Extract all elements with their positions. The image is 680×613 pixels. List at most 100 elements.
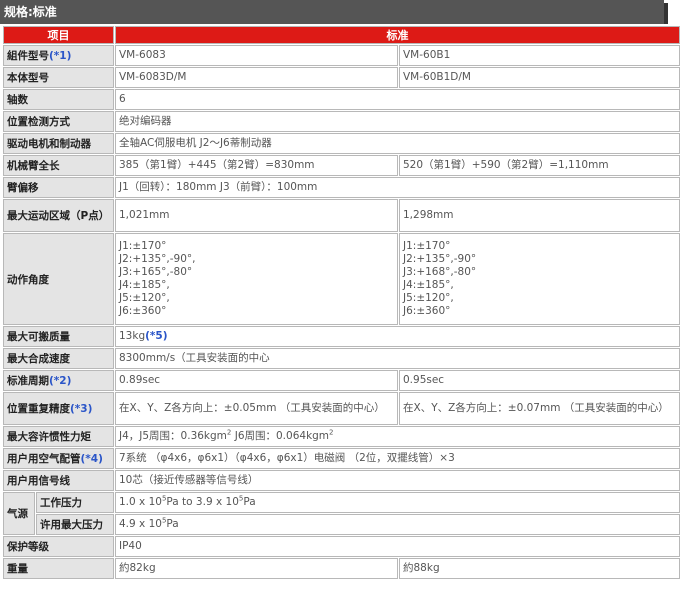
- cell-value: 1,021mm: [115, 199, 398, 232]
- cell-value: 10芯（接近传感器等信号线）: [115, 470, 680, 491]
- row-label: 重量: [3, 558, 114, 579]
- cell-value: 0.95sec: [399, 370, 680, 391]
- footnote-link[interactable]: (*2): [49, 375, 71, 387]
- row-label: 工作压力: [36, 492, 114, 513]
- row-label: 位置检测方式: [3, 111, 114, 132]
- cell-value: 7系统 （φ4x6，φ6x1）（φ4x6，φ6x1）电磁阀 （2位，双擺线管）×…: [115, 448, 680, 469]
- table-row: 重量 約82kg 約88kg: [3, 558, 680, 579]
- cell-value: J1（回转）：180mm J3（前臂）：100mm: [115, 177, 680, 198]
- value-text: J6周围：0.064kgm: [231, 430, 330, 442]
- cell-value: 6: [115, 89, 680, 110]
- angle-line: J2:+135°,-90°,: [119, 253, 196, 265]
- cell-value: 绝对编码器: [115, 111, 680, 132]
- cell-value: 385（第1臂）+445（第2臂）=830mm: [115, 155, 398, 176]
- cell-value: 4.9 x 105Pa: [115, 514, 680, 535]
- cell-value: J4，J5周围：0.36kgm2 J6周围：0.064kgm2: [115, 426, 680, 447]
- cell-value: 1,298mm: [399, 199, 680, 232]
- table-row: 用户用空气配管(*4) 7系统 （φ4x6，φ6x1）（φ4x6，φ6x1）电磁…: [3, 448, 680, 469]
- row-group-label: 气源: [3, 492, 35, 535]
- row-label: 标准周期(*2): [3, 370, 114, 391]
- angle-line: J4:±185°,: [119, 279, 170, 291]
- cell-value: 在X、Y、Z各方向上：±0.07mm （工具安装面的中心）: [399, 392, 680, 425]
- cell-value: 約88kg: [399, 558, 680, 579]
- row-label: 保护等级: [3, 536, 114, 557]
- row-label-text: 用户用空气配管: [7, 453, 81, 465]
- cell-value: 在X、Y、Z各方向上：±0.05mm （工具安装面的中心）: [115, 392, 398, 425]
- table-row: 臂偏移 J1（回转）：180mm J3（前臂）：100mm: [3, 177, 680, 198]
- cell-value: 0.89sec: [115, 370, 398, 391]
- angle-line: J3:+168°,-80°: [403, 266, 477, 278]
- angle-line: J1:±170°: [403, 240, 451, 252]
- table-row: 气源 工作压力 1.0 x 105Pa to 3.9 x 105Pa: [3, 492, 680, 535]
- table-row: 組件型号(*1) VM-6083 VM-60B1: [3, 45, 680, 66]
- row-label-text: 标准周期: [7, 375, 49, 387]
- cell-value: 全轴AC伺服电机 J2～J6蒂制动器: [115, 133, 680, 154]
- superscript: 2: [329, 428, 334, 437]
- column-header-item: 项目: [3, 26, 114, 44]
- row-label: 最大可搬质量: [3, 326, 114, 347]
- table-row: 动作角度 J1:±170° J2:+135°,-90°, J3:+165°,-8…: [3, 233, 680, 325]
- spec-table: 项目 标准 組件型号(*1) VM-6083 VM-60B1 本体型号 VM-6…: [2, 25, 680, 580]
- cell-value: VM-6083D/M: [115, 67, 398, 88]
- value-text: Pa: [243, 496, 256, 508]
- column-header-standard: 标准: [115, 26, 680, 44]
- row-label: 組件型号(*1): [3, 45, 114, 66]
- value-text: Pa to 3.9 x 10: [166, 496, 239, 508]
- table-row: 最大容许惯性力矩 J4，J5周围：0.36kgm2 J6周围：0.064kgm2: [3, 426, 680, 447]
- row-label: 用户用信号线: [3, 470, 114, 491]
- row-label: 最大合成速度: [3, 348, 114, 369]
- table-row: 位置重复精度(*3) 在X、Y、Z各方向上：±0.05mm （工具安装面的中心）…: [3, 392, 680, 425]
- footnote-link[interactable]: (*4): [81, 453, 103, 465]
- cell-value: 13kg(*5): [115, 326, 680, 347]
- angle-line: J5:±120°,: [119, 292, 170, 304]
- row-label: 用户用空气配管(*4): [3, 448, 114, 469]
- section-title: 规格:标准: [0, 0, 668, 24]
- cell-value: J1:±170° J2:+135°,-90° J3:+168°,-80° J4:…: [399, 233, 680, 325]
- table-row: 机械臂全长 385（第1臂）+445（第2臂）=830mm 520（第1臂）+5…: [3, 155, 680, 176]
- row-label: 最大容许惯性力矩: [3, 426, 114, 447]
- row-label: 驱动电机和制动器: [3, 133, 114, 154]
- row-label: 许用最大压力: [36, 514, 114, 535]
- angle-line: J4:±185°,: [403, 279, 454, 291]
- row-label: 机械臂全长: [3, 155, 114, 176]
- cell-value: VM-6083: [115, 45, 398, 66]
- table-row: 本体型号 VM-6083D/M VM-60B1D/M: [3, 67, 680, 88]
- angle-line: J2:+135°,-90°: [403, 253, 477, 265]
- angle-line: J6:±360°: [119, 305, 167, 317]
- row-label: 本体型号: [3, 67, 114, 88]
- row-label-text: 組件型号: [7, 50, 49, 62]
- row-label: 臂偏移: [3, 177, 114, 198]
- angle-line: J6:±360°: [403, 305, 451, 317]
- row-label: 轴数: [3, 89, 114, 110]
- value-text: 1.0 x 10: [119, 496, 162, 508]
- table-row: 位置检测方式 绝对编码器: [3, 111, 680, 132]
- cell-value: 8300mm/s（工具安装面的中心: [115, 348, 680, 369]
- row-label-text: 位置重复精度: [7, 403, 70, 415]
- angle-line: J3:+165°,-80°: [119, 266, 193, 278]
- cell-value: 520（第1臂）+590（第2臂）=1,110mm: [399, 155, 680, 176]
- table-row: 保护等级 IP40: [3, 536, 680, 557]
- footnote-link[interactable]: (*5): [145, 330, 167, 342]
- table-row: 用户用信号线 10芯（接近传感器等信号线）: [3, 470, 680, 491]
- cell-value: VM-60B1D/M: [399, 67, 680, 88]
- angle-line: J5:±120°,: [403, 292, 454, 304]
- table-header-row: 项目 标准: [3, 26, 680, 44]
- value-text: 4.9 x 10: [119, 518, 162, 530]
- cell-value: 1.0 x 105Pa to 3.9 x 105Pa: [115, 492, 680, 513]
- table-row: 最大可搬质量 13kg(*5): [3, 326, 680, 347]
- cell-value: VM-60B1: [399, 45, 680, 66]
- cell-value: 約82kg: [115, 558, 398, 579]
- table-row: 最大运动区域（P点） 1,021mm 1,298mm: [3, 199, 680, 232]
- value-text: 13kg: [119, 330, 146, 342]
- row-label: 位置重复精度(*3): [3, 392, 114, 425]
- footnote-link[interactable]: (*3): [70, 403, 92, 415]
- row-label: 动作角度: [3, 233, 114, 325]
- cell-value: J1:±170° J2:+135°,-90°, J3:+165°,-80° J4…: [115, 233, 398, 325]
- table-row: 标准周期(*2) 0.89sec 0.95sec: [3, 370, 680, 391]
- row-label: 最大运动区域（P点）: [3, 199, 114, 232]
- angle-line: J1:±170°: [119, 240, 167, 252]
- footnote-link[interactable]: (*1): [49, 50, 71, 62]
- value-text: J4，J5周围：0.36kgm: [119, 430, 227, 442]
- table-row: 最大合成速度 8300mm/s（工具安装面的中心: [3, 348, 680, 369]
- cell-value: IP40: [115, 536, 680, 557]
